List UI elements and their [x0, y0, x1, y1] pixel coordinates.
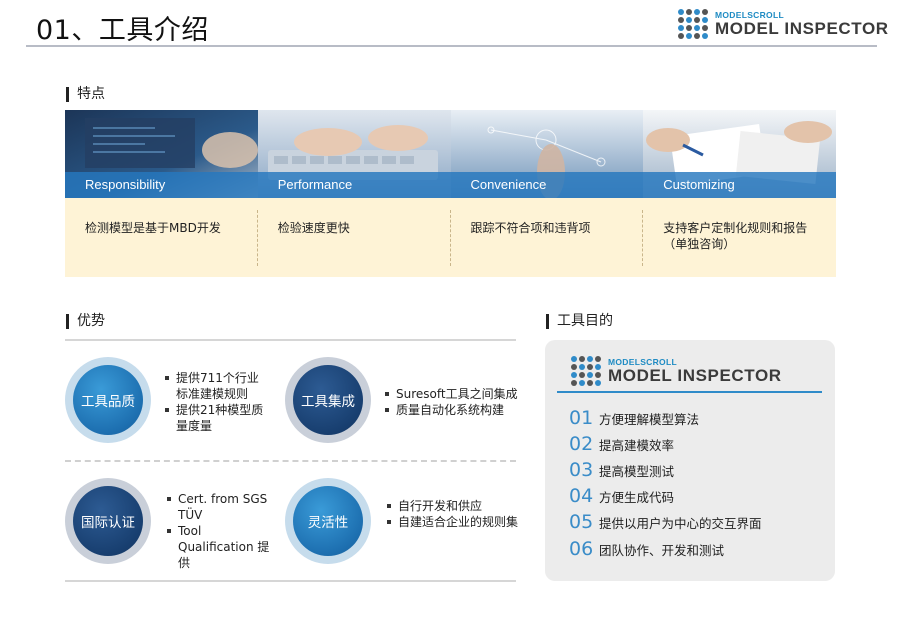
advantage-bullet: 自行开发和供应	[387, 498, 522, 514]
badge-flexibility: 灵活性	[285, 478, 371, 564]
advantage-bullet: Tool Qualification 提供	[167, 523, 272, 571]
goal-item: 01 方便理解模型算法	[569, 407, 699, 429]
brand-logo: MODELSCROLL MODEL INSPECTOR	[678, 9, 889, 39]
badge-label: 工具集成	[293, 365, 363, 435]
panel-rule	[557, 391, 822, 393]
features-heading: 特点	[66, 87, 105, 102]
logo-big-text: MODEL INSPECTOR	[608, 366, 782, 386]
badge-tool-integration: 工具集成	[285, 357, 371, 443]
badge-label: 灵活性	[293, 486, 363, 556]
advantage-list-quality: 提供711个行业标准建模规则 提供21种模型质量度量	[165, 370, 265, 434]
title-divider	[26, 45, 877, 47]
feature-card-performance: Performance 检验速度更快	[257, 110, 451, 277]
goal-item: 05 提供以用户为中心的交互界面	[569, 511, 762, 533]
feature-desc: 支持客户定制化规则和报告（单独咨询）	[663, 221, 808, 251]
advantage-list-certification: Cert. from SGS TÜV Tool Qualification 提供	[167, 491, 272, 571]
feature-card-responsibility: Responsibility 检测模型是基于MBD开发	[65, 110, 258, 277]
goal-number: 02	[569, 433, 594, 455]
advantage-list-integration: Suresoft工具之间集成 质量自动化系统构建	[385, 386, 520, 418]
advantage-bullet: 质量自动化系统构建	[385, 402, 520, 418]
badge-label: 工具品质	[73, 365, 143, 435]
advantage-bullet: 提供711个行业标准建模规则	[165, 370, 265, 402]
feature-desc: 检测模型是基于MBD开发	[85, 221, 221, 235]
goal-number: 04	[569, 485, 594, 507]
advantage-bullet: 提供21种模型质量度量	[165, 402, 265, 434]
advantage-bullet: Cert. from SGS TÜV	[167, 491, 272, 523]
logo-small-text: MODELSCROLL	[608, 356, 677, 367]
feature-desc: 跟踪不符合项和违背项	[470, 221, 591, 235]
goal-text: 提高建模效率	[599, 438, 675, 453]
goal-number: 01	[569, 407, 594, 429]
badge-certification: 国际认证	[65, 478, 151, 564]
goal-number: 03	[569, 459, 594, 481]
badge-tool-quality: 工具品质	[65, 357, 151, 443]
advantage-list-flexibility: 自行开发和供应 自建适合企业的规则集	[387, 498, 522, 530]
goal-number: 05	[569, 511, 594, 533]
goal-text: 提供以用户为中心的交互界面	[599, 516, 762, 531]
logo-big-text: MODEL INSPECTOR	[715, 19, 889, 39]
advantages-middle-rule	[65, 460, 516, 462]
goal-text: 方便理解模型算法	[599, 412, 700, 427]
feature-title: Responsibility	[65, 172, 258, 198]
goal-item: 06 团队协作、开发和测试	[569, 538, 724, 560]
logo-mark-icon	[571, 356, 601, 386]
panel-logo: MODELSCROLL MODEL INSPECTOR	[571, 356, 782, 386]
purpose-heading: 工具目的	[546, 314, 613, 329]
feature-desc: 检验速度更快	[277, 221, 350, 235]
goal-text: 方便生成代码	[599, 490, 675, 505]
goal-item: 03 提高模型测试	[569, 459, 674, 481]
advantages-heading: 优势	[66, 314, 105, 329]
feature-card-customizing: Customizing 支持客户定制化规则和报告（单独咨询）	[643, 110, 836, 277]
logo-small-text: MODELSCROLL	[715, 9, 784, 20]
goal-number: 06	[569, 538, 594, 560]
features-panel: Responsibility 检测模型是基于MBD开发 Performance …	[65, 110, 836, 277]
feature-card-convenience: Convenience 跟踪不符合项和违背项	[450, 110, 644, 277]
feature-title: Performance	[257, 172, 451, 198]
goal-text: 提高模型测试	[599, 464, 675, 479]
goal-item: 02 提高建模效率	[569, 433, 674, 455]
advantage-bullet: 自建适合企业的规则集	[387, 514, 522, 530]
advantage-bullet: Suresoft工具之间集成	[385, 386, 520, 402]
goal-item: 04 方便生成代码	[569, 485, 674, 507]
advantages-bottom-rule	[65, 580, 516, 582]
feature-title: Customizing	[643, 172, 836, 198]
page-title: 01、工具介绍	[36, 15, 209, 46]
advantages-top-rule	[65, 339, 516, 341]
purpose-panel: MODELSCROLL MODEL INSPECTOR 01 方便理解模型算法 …	[545, 340, 835, 581]
logo-mark-icon	[678, 9, 708, 39]
badge-label: 国际认证	[73, 486, 143, 556]
goal-text: 团队协作、开发和测试	[599, 543, 725, 558]
feature-title: Convenience	[450, 172, 644, 198]
